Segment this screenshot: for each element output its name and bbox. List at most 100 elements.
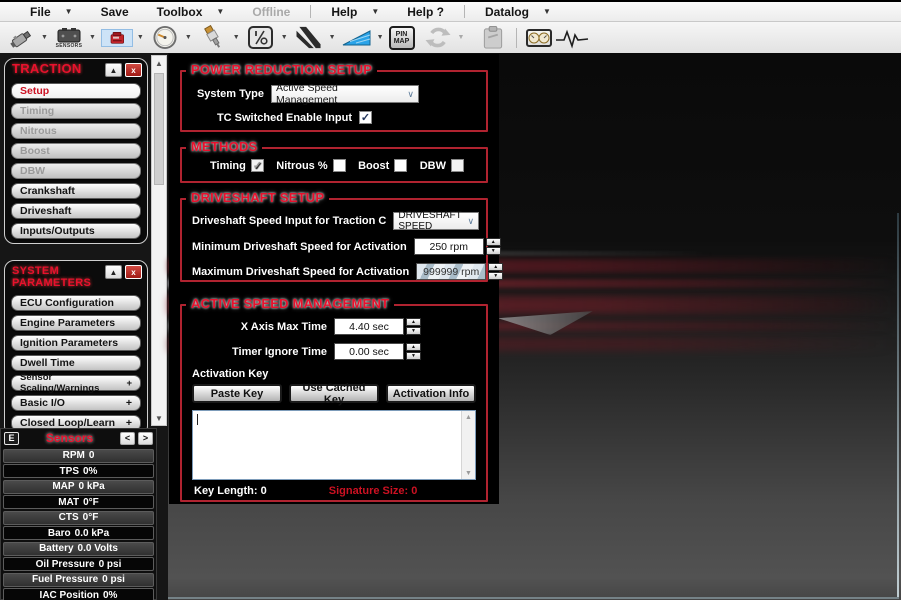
- gauge-icon[interactable]: [149, 24, 181, 51]
- driveshaft-input-select[interactable]: DRIVESHAFT SPEED ∨: [393, 212, 479, 230]
- sidebar-item-boost: Boost: [11, 143, 141, 159]
- sensor-value: 0.0 Volts: [78, 543, 118, 554]
- system-type-select[interactable]: Active Speed Management ∨: [271, 85, 419, 103]
- dual-gauges-icon[interactable]: [523, 24, 555, 51]
- collapse-icon[interactable]: ▲: [105, 63, 122, 77]
- menu-help[interactable]: Help▼: [317, 5, 393, 19]
- sidebar: ▲ ▼ TRACTION ▲ x Setup Timing Nitrous Bo…: [0, 53, 168, 600]
- sensors-panel: E Sensors < > RPM0 TPS0% MAP0 kPa MAT0°F…: [0, 428, 157, 600]
- sensor-value: 0: [89, 450, 95, 461]
- activation-key-textarea[interactable]: ▲ ▼: [192, 410, 476, 480]
- fuel-injector-icon[interactable]: [5, 24, 37, 51]
- sensor-row-fuel-pressure: Fuel Pressure0 psi: [3, 573, 154, 587]
- sensors-panel-title: Sensors: [19, 431, 120, 445]
- close-icon[interactable]: x: [125, 265, 142, 279]
- spin-down-icon[interactable]: ▼: [486, 247, 501, 255]
- chevron-down-icon[interactable]: ▼: [181, 34, 196, 41]
- sidebar-item-dwell-time[interactable]: Dwell Time: [11, 355, 141, 371]
- sidebar-item-inputs-outputs[interactable]: Inputs/Outputs: [11, 223, 141, 239]
- method-boost-checkbox[interactable]: [394, 159, 407, 172]
- spark-plug-icon[interactable]: [197, 24, 229, 51]
- spin-up-icon[interactable]: ▲: [406, 343, 421, 351]
- spin-down-icon[interactable]: ▼: [406, 327, 421, 335]
- sidebar-scrollbar[interactable]: ▲ ▼: [151, 55, 167, 426]
- sensor-label: Oil Pressure: [36, 559, 95, 570]
- menu-datalog[interactable]: Datalog▼: [471, 5, 565, 19]
- timer-ignore-time-field[interactable]: 0.00 sec: [334, 343, 404, 360]
- spin-down-icon[interactable]: ▼: [406, 352, 421, 360]
- chevron-down-icon[interactable]: ▼: [325, 34, 340, 41]
- spin-down-icon[interactable]: ▼: [488, 272, 503, 280]
- menu-toolbox[interactable]: Toolbox▼: [143, 5, 239, 19]
- scroll-up-icon[interactable]: ▲: [152, 56, 166, 70]
- spin-up-icon[interactable]: ▲: [486, 238, 501, 246]
- chevron-down-icon: ▼: [543, 7, 551, 16]
- sidebar-item-label: Crankshaft: [20, 185, 75, 197]
- chevron-down-icon[interactable]: ▼: [277, 34, 292, 41]
- method-nitrous-checkbox[interactable]: [333, 159, 346, 172]
- sidebar-item-basic-io[interactable]: Basic I/O+: [11, 395, 141, 411]
- textarea-scrollbar[interactable]: ▲ ▼: [461, 411, 475, 479]
- sensors-icon[interactable]: SENSORS: [53, 24, 85, 51]
- pulse-icon[interactable]: [556, 24, 588, 51]
- collapse-icon[interactable]: ▲: [105, 265, 122, 279]
- sensor-label: IAC Position: [40, 590, 99, 600]
- sensor-label: RPM: [63, 450, 85, 461]
- tc-switched-enable-checkbox[interactable]: ✓: [359, 111, 372, 124]
- driveshaft-input-label: Driveshaft Speed Input for Traction C: [192, 215, 386, 227]
- sidebar-item-ecu-configuration[interactable]: ECU Configuration: [11, 295, 141, 311]
- sensors-expand-button[interactable]: E: [4, 432, 19, 445]
- tc-switched-enable-label: TC Switched Enable Input: [192, 112, 352, 124]
- scroll-up-icon[interactable]: ▲: [462, 411, 475, 423]
- sidebar-item-setup[interactable]: Setup: [11, 83, 141, 99]
- menu-save-label: Save: [101, 5, 129, 19]
- spin-up-icon[interactable]: ▲: [488, 263, 503, 271]
- clipboard-icon: [477, 24, 509, 51]
- menu-help-question-label: Help ?: [407, 5, 444, 19]
- sensor-row-iac-position: IAC Position 0%: [3, 588, 154, 600]
- scroll-down-icon[interactable]: ▼: [152, 411, 166, 425]
- chevron-down-icon[interactable]: ▼: [373, 34, 388, 41]
- pin-map-icon[interactable]: PIN MAP: [389, 26, 415, 50]
- sensor-row-map: MAP0 kPa: [3, 480, 154, 494]
- sensor-value: 0%: [103, 590, 117, 600]
- method-timing-label: Timing: [210, 160, 246, 172]
- stripes-icon[interactable]: [293, 24, 325, 51]
- sidebar-item-sensor-scaling-warnings[interactable]: Sensor Scaling/Warnings+: [11, 375, 141, 391]
- method-dbw-label: DBW: [420, 160, 446, 172]
- min-driveshaft-speed-label: Minimum Driveshaft Speed for Activation: [192, 241, 407, 253]
- min-driveshaft-speed-field[interactable]: 250 rpm: [414, 238, 484, 255]
- paste-key-button[interactable]: Paste Key: [192, 384, 282, 403]
- sensors-next-icon[interactable]: >: [138, 432, 153, 445]
- signature-size-text: Signature Size: 0: [329, 485, 418, 497]
- sidebar-item-label: ECU Configuration: [20, 297, 114, 309]
- max-driveshaft-speed-spinner: 999999 rpm ▲▼: [416, 263, 503, 280]
- spin-up-icon[interactable]: ▲: [406, 318, 421, 326]
- chevron-down-icon[interactable]: ▼: [133, 34, 148, 41]
- system-type-value: Active Speed Management: [276, 82, 401, 106]
- close-icon[interactable]: x: [125, 63, 142, 77]
- scroll-down-icon[interactable]: ▼: [462, 467, 475, 479]
- group-title: ACTIVE SPEED MANAGEMENT: [186, 296, 394, 311]
- sidebar-item-label: Dwell Time: [20, 357, 75, 369]
- io-icon[interactable]: [245, 24, 277, 51]
- menu-help-question[interactable]: Help ?: [393, 5, 458, 19]
- menu-save[interactable]: Save: [87, 5, 143, 19]
- sensors-prev-icon[interactable]: <: [120, 432, 135, 445]
- sidebar-item-ignition-parameters[interactable]: Ignition Parameters: [11, 335, 141, 351]
- chevron-down-icon[interactable]: ▼: [229, 34, 244, 41]
- menu-file[interactable]: File▼: [16, 5, 87, 19]
- sidebar-item-crankshaft[interactable]: Crankshaft: [11, 183, 141, 199]
- sidebar-item-driveshaft[interactable]: Driveshaft: [11, 203, 141, 219]
- scrollbar-thumb[interactable]: [154, 73, 164, 185]
- chevron-down-icon[interactable]: ▼: [85, 34, 100, 41]
- use-cached-key-button[interactable]: Use Cached Key: [289, 384, 379, 403]
- wedge-icon[interactable]: [341, 24, 373, 51]
- x-axis-max-time-field[interactable]: 4.40 sec: [334, 318, 404, 335]
- activation-info-button[interactable]: Activation Info: [386, 384, 476, 403]
- chevron-down-icon: ▼: [65, 7, 73, 16]
- chevron-down-icon[interactable]: ▼: [37, 34, 52, 41]
- ecu-icon[interactable]: [101, 29, 133, 47]
- sensor-value: 0 psi: [99, 559, 122, 570]
- sidebar-item-engine-parameters[interactable]: Engine Parameters: [11, 315, 141, 331]
